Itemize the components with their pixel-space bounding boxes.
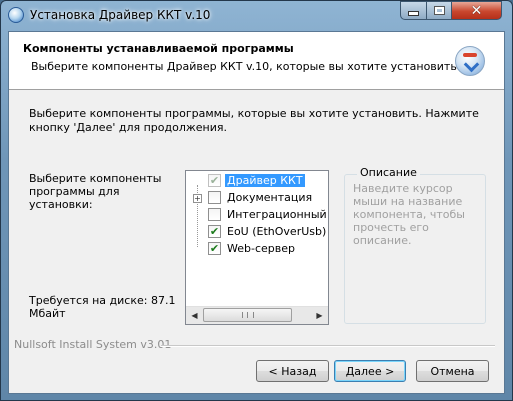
close-button[interactable]: ✕ — [451, 1, 502, 20]
tree-item-label: Документация — [227, 191, 313, 204]
intro-text: Выберите компоненты программы, которые в… — [29, 107, 479, 134]
scroll-right-icon[interactable]: ▶ — [311, 307, 328, 324]
close-icon: ✕ — [470, 2, 483, 19]
footer-divider — [161, 345, 495, 347]
checkbox-webserver[interactable]: ✔ — [208, 242, 221, 255]
disk-space-label: Требуется на диске: 87.1 Мбайт — [29, 294, 176, 320]
grip-icon — [242, 312, 254, 318]
scroll-left-icon[interactable]: ◀ — [186, 307, 203, 324]
back-button[interactable]: < Назад — [256, 360, 329, 382]
tree-item-label: Web-сервер — [227, 242, 295, 255]
select-components-label: Выберите компоненты программы для устано… — [29, 172, 162, 211]
page-title: Компоненты устанавливаемой программы — [23, 42, 294, 55]
installer-window: Установка Драйвер ККТ v.10 ✕ Компоненты … — [0, 0, 513, 401]
installer-disc-icon — [8, 7, 24, 23]
checkbox-eou[interactable]: ✔ — [208, 225, 221, 238]
minimize-icon — [408, 11, 419, 16]
tree-item-webserver[interactable]: ✔ Web-сервер — [186, 241, 328, 257]
maximize-icon — [433, 6, 445, 15]
tree-item-documentation[interactable]: + Документация — [186, 190, 328, 206]
tree-item-label: EoU (EthOverUsb) — [227, 225, 327, 238]
next-button[interactable]: Далее > — [334, 360, 406, 382]
tree-item-label: Интеграционный компонент — [227, 208, 328, 221]
tree-item-integration[interactable]: Интеграционный компонент — [186, 207, 328, 223]
checkbox-driver[interactable]: ✔ — [208, 174, 221, 187]
scrollbar-thumb[interactable] — [203, 308, 292, 322]
minimize-button[interactable] — [400, 1, 427, 20]
checkbox-integration[interactable] — [208, 208, 221, 221]
nsis-branding: Nullsoft Install System v3.01 — [14, 338, 172, 351]
title-bar[interactable]: Установка Драйвер ККТ v.10 ✕ — [1, 1, 512, 31]
logo-band — [463, 53, 477, 57]
dialog-client-area: Компоненты устанавливаемой программы Выб… — [8, 31, 505, 394]
components-tree[interactable]: ✔ Драйвер ККТ + Документация Интеграцион… — [185, 170, 329, 325]
nsis-install-icon — [455, 46, 485, 76]
description-text: Наведите курсор мыши на название компоне… — [353, 182, 465, 247]
tree-item-label: Драйвер ККТ — [225, 174, 305, 187]
page-header: Компоненты устанавливаемой программы Выб… — [9, 32, 504, 90]
expand-plus-icon[interactable]: + — [193, 194, 202, 203]
page-subtitle: Выберите компоненты Драйвер ККТ v.10, ко… — [31, 60, 461, 73]
tree-item-driver[interactable]: ✔ Драйвер ККТ — [186, 173, 328, 189]
checkbox-documentation[interactable] — [208, 191, 221, 204]
horizontal-scrollbar[interactable]: ◀ ▶ — [186, 306, 328, 324]
maximize-button[interactable] — [426, 1, 452, 20]
description-title: Описание — [357, 166, 420, 179]
cancel-button[interactable]: Отмена — [416, 360, 489, 382]
window-title: Установка Драйвер ККТ v.10 — [30, 8, 211, 22]
tree-item-eou[interactable]: ✔ EoU (EthOverUsb) — [186, 224, 328, 240]
